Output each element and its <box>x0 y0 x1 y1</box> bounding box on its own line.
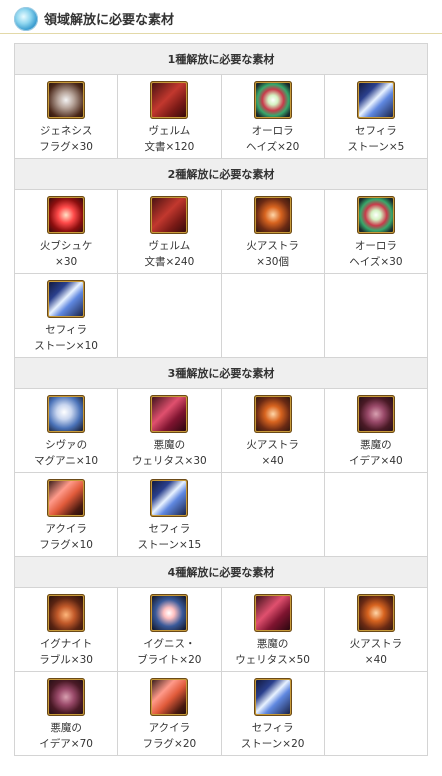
materials-table: 1種解放に必要な素材ジェネシス フラグ×30 ヴェルム 文書×120 オーロラ ヘイ… <box>13 43 429 756</box>
section-title: 4種解放に必要な素材 <box>14 556 428 588</box>
material-cell: 悪魔の イデア×70 <box>13 671 119 756</box>
material-cell: シヴァの マグアニ×10 <box>13 388 119 473</box>
aurora-material-icon <box>253 81 292 119</box>
material-cell: ジェネシス フラグ×30 <box>13 74 119 159</box>
empty-cell <box>220 273 325 358</box>
material-row: イグナイト ラブル×30 イグニス・ ブライト×20 悪魔の ウェリタス×50 火アス… <box>13 587 429 672</box>
material-label: 火アストラ ×40 <box>349 638 403 666</box>
material-cell: 悪魔の イデア×40 <box>323 388 429 473</box>
orb-icon <box>14 6 38 31</box>
material-label: ヴェルム 文書×240 <box>144 240 195 268</box>
material-label: 火アストラ ×40 <box>246 439 299 467</box>
astra-material-icon <box>253 196 292 234</box>
material-cell: オーロラ ヘイズ×20 <box>220 74 325 159</box>
material-cell: セフィラ ストーン×15 <box>117 472 222 557</box>
material-label: オーロラ ヘイズ×30 <box>349 240 403 268</box>
material-label: セフィラ ストーン×15 <box>137 523 202 551</box>
demon-material-icon <box>253 594 292 632</box>
material-label: セフィラ ストーン×20 <box>240 722 305 750</box>
material-cell: オーロラ ヘイズ×30 <box>323 189 429 274</box>
material-label: ジェネシス フラグ×30 <box>39 125 93 153</box>
material-row: アクイラ フラグ×10 セフィラ ストーン×15 <box>13 472 429 557</box>
material-cell: セフィラ ストーン×10 <box>13 273 119 358</box>
idea-material-icon <box>356 395 395 433</box>
material-label: 火ブシュケ ×30 <box>39 240 93 268</box>
material-cell: セフィラ ストーン×5 <box>323 74 429 159</box>
material-cell: イグニス・ ブライト×20 <box>117 587 222 672</box>
idea-material-icon <box>47 678 86 716</box>
sefira-material-icon <box>253 678 292 716</box>
empty-cell <box>323 472 429 557</box>
akuila-material-icon <box>150 678 189 716</box>
section-title: 1種解放に必要な素材 <box>14 43 428 75</box>
bright-material-icon <box>150 594 189 632</box>
material-label: アクイラ フラグ×10 <box>39 523 93 551</box>
genesis-material-icon <box>47 81 86 119</box>
material-cell: 火ブシュケ ×30 <box>13 189 119 274</box>
material-label: シヴァの マグアニ×10 <box>34 439 99 467</box>
material-label: 火アストラ ×30個 <box>246 240 299 268</box>
material-cell: 火アストラ ×40 <box>323 587 429 672</box>
material-label: ヴェルム 文書×120 <box>144 125 195 153</box>
empty-cell <box>323 273 429 358</box>
section-title: 2種解放に必要な素材 <box>14 158 428 190</box>
material-label: 悪魔の イデア×70 <box>39 722 93 750</box>
empty-cell <box>117 273 222 358</box>
material-label: セフィラ ストーン×5 <box>347 125 405 153</box>
material-cell: セフィラ ストーン×20 <box>220 671 325 756</box>
material-label: オーロラ ヘイズ×20 <box>245 125 300 153</box>
empty-cell <box>220 472 325 557</box>
material-row: 火ブシュケ ×30 ヴェルム 文書×240 火アストラ ×30個 オーロラ ヘイズ×3… <box>13 189 429 274</box>
material-cell: 悪魔の ウェリタス×30 <box>117 388 222 473</box>
material-label: イグナイト ラブル×30 <box>39 638 93 666</box>
section-header-row: 1種解放に必要な素材 <box>14 43 428 75</box>
material-cell: アクイラ フラグ×10 <box>13 472 119 557</box>
material-cell: ヴェルム 文書×120 <box>117 74 222 159</box>
material-cell: ヴェルム 文書×240 <box>117 189 222 274</box>
material-row: ジェネシス フラグ×30 ヴェルム 文書×120 オーロラ ヘイズ×20 セフィラ ス… <box>13 74 429 159</box>
material-cell: 火アストラ ×30個 <box>220 189 325 274</box>
material-cell: 悪魔の ウェリタス×50 <box>220 587 325 672</box>
material-cell: イグナイト ラブル×30 <box>13 587 119 672</box>
astra-material-icon <box>356 594 395 632</box>
material-label: 悪魔の イデア×40 <box>349 439 403 467</box>
astra-material-icon <box>253 395 292 433</box>
page-header: 領域解放に必要な素材 <box>0 0 442 34</box>
material-row: シヴァの マグアニ×10 悪魔の ウェリタス×30 火アストラ ×40 悪魔の イデア… <box>13 388 429 473</box>
ignite-material-icon <box>47 594 86 632</box>
material-row: セフィラ ストーン×10 <box>13 273 429 358</box>
material-cell: 火アストラ ×40 <box>220 388 325 473</box>
material-label: 悪魔の ウェリタス×50 <box>235 638 310 666</box>
section-header-row: 2種解放に必要な素材 <box>14 158 428 190</box>
material-row: 悪魔の イデア×70 アクイラ フラグ×20 セフィラ ストーン×20 <box>13 671 429 756</box>
section-header-row: 3種解放に必要な素材 <box>14 357 428 389</box>
material-cell: アクイラ フラグ×20 <box>117 671 222 756</box>
shiva-material-icon <box>47 395 86 433</box>
sefira-material-icon <box>150 479 189 517</box>
material-label: セフィラ ストーン×10 <box>34 324 98 352</box>
sefira-material-icon <box>47 280 86 318</box>
material-label: 悪魔の ウェリタス×30 <box>132 439 207 467</box>
section-header-row: 4種解放に必要な素材 <box>14 556 428 588</box>
demon-material-icon <box>150 395 189 433</box>
fire-material-icon <box>47 196 86 234</box>
material-label: アクイラ フラグ×20 <box>142 722 197 750</box>
page-title: 領域解放に必要な素材 <box>44 13 175 28</box>
material-label: イグニス・ ブライト×20 <box>137 638 202 666</box>
empty-cell <box>323 671 429 756</box>
section-title: 3種解放に必要な素材 <box>14 357 428 389</box>
velum-material-icon <box>150 196 189 234</box>
velum-material-icon <box>150 81 189 119</box>
akuila-material-icon <box>47 479 86 517</box>
aurora-material-icon <box>356 196 395 234</box>
sefira-material-icon <box>356 81 395 119</box>
